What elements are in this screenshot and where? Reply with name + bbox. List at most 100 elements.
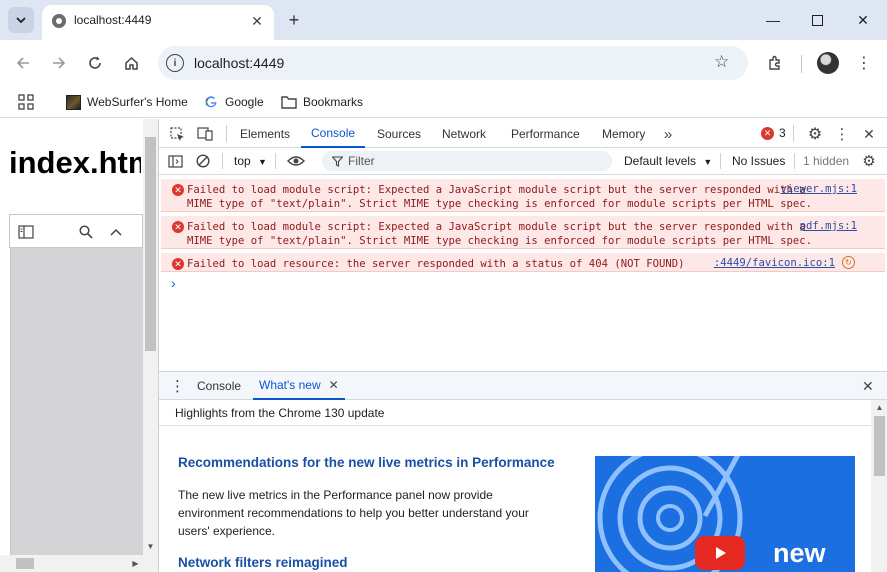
log-levels-dropdown[interactable]: Default levels ▼ (624, 154, 712, 168)
page-vertical-scrollbar[interactable]: ▼ (143, 119, 158, 572)
whats-new-video-thumbnail[interactable]: new (595, 456, 855, 572)
dropdown-arrow-icon: ▼ (703, 157, 713, 167)
network-request-icon[interactable]: ↻ (842, 256, 855, 269)
whats-new-section-title[interactable]: Network filters reimagined (178, 555, 348, 570)
error-counter[interactable]: ✕ 3 (761, 126, 786, 140)
scroll-up-arrow-icon[interactable]: ▲ (874, 402, 885, 413)
browser-menu-button[interactable]: ⋮ (852, 51, 876, 75)
close-devtools-icon[interactable]: ✕ (858, 123, 880, 145)
profile-avatar[interactable] (817, 52, 839, 74)
console-settings-gear-icon[interactable]: ⚙ (858, 150, 880, 172)
device-toolbar-icon[interactable] (194, 123, 216, 145)
tab-performance[interactable]: Performance (501, 119, 590, 148)
tab-console[interactable]: Console (301, 119, 366, 148)
console-message-error: ✕ Failed to load module script: Expected… (161, 216, 885, 249)
console-message-text: Failed to load module script: Expected a… (187, 221, 813, 247)
drawer-tab-console[interactable]: Console (197, 372, 241, 400)
home-icon (124, 56, 138, 70)
search-icon[interactable] (76, 222, 96, 242)
play-button-icon[interactable] (695, 536, 745, 570)
drawer-scrollbar[interactable]: ▲ (871, 400, 887, 572)
toolbar-divider (801, 55, 802, 73)
devtools-panel: Elements Console Sources Network Perform… (158, 119, 887, 572)
page-heading: index.html (9, 145, 141, 180)
reload-button[interactable] (81, 49, 109, 77)
tab-memory[interactable]: Memory (592, 119, 655, 148)
address-text[interactable]: localhost:4449 (194, 55, 284, 71)
settings-gear-icon[interactable]: ⚙ (804, 123, 826, 145)
drawer-tab-whats-new[interactable]: What's new ✕ (253, 372, 345, 400)
scroll-down-arrow-icon[interactable]: ▼ (145, 540, 156, 552)
error-count-value: 3 (779, 126, 786, 140)
console-message-source-link[interactable]: :4449/favicon.ico:1 (714, 257, 835, 269)
more-tabs-icon[interactable]: » (657, 123, 679, 145)
globe-icon (52, 14, 66, 28)
scroll-right-arrow-icon[interactable]: ▶ (130, 558, 141, 569)
inspect-element-icon[interactable] (166, 123, 188, 145)
tab-elements[interactable]: Elements (230, 119, 300, 148)
tabbar-divider (226, 125, 227, 142)
toolbar-divider (794, 153, 795, 169)
bookmark-websurfer[interactable]: WebSurfer's Home (65, 92, 188, 112)
filter-funnel-icon (331, 155, 343, 167)
clear-console-icon[interactable] (192, 150, 214, 172)
pdf-viewer-toolbar (9, 214, 143, 248)
tab-search-button[interactable] (8, 7, 34, 33)
home-button[interactable] (117, 49, 145, 77)
scrollbar-thumb[interactable] (16, 558, 34, 569)
bookmark-google[interactable]: Google (203, 92, 264, 112)
error-icon: ✕ (172, 184, 184, 196)
page-viewport: index.html ▼ ▶ (0, 119, 158, 572)
bookmark-star-icon[interactable]: ☆ (714, 52, 729, 72)
apps-grid-icon (18, 94, 34, 110)
devtools-menu-icon[interactable]: ⋮ (831, 123, 853, 145)
browser-tab[interactable]: localhost:4449 ✕ (42, 5, 274, 40)
issues-counter[interactable]: No Issues (732, 154, 785, 168)
close-window-button[interactable]: ✕ (848, 6, 878, 34)
scrollbar-thumb[interactable] (145, 137, 156, 351)
chevron-up-icon[interactable] (106, 222, 126, 242)
address-bar[interactable]: i localhost:4449 ☆ (158, 46, 748, 80)
error-icon: ✕ (761, 126, 774, 140)
context-selector[interactable]: top ▼ (234, 154, 267, 168)
maximize-button[interactable] (802, 6, 832, 34)
google-icon (203, 94, 219, 110)
forward-button[interactable] (45, 49, 73, 77)
sidebar-toggle-icon[interactable] (16, 222, 36, 242)
whats-new-section-body: The new live metrics in the Performance … (178, 488, 529, 538)
maximize-icon (811, 14, 823, 26)
console-message-error: ✕ Failed to load module script: Expected… (161, 179, 885, 212)
console-message-text: Failed to load resource: the server resp… (187, 258, 685, 270)
console-prompt-chevron-icon[interactable]: › (171, 275, 176, 291)
page-horizontal-scrollbar[interactable]: ▶ (0, 555, 143, 572)
bookmark-folder[interactable]: Bookmarks (281, 92, 363, 112)
bookmark-label: WebSurfer's Home (87, 95, 188, 109)
console-filter-input[interactable]: Filter (322, 151, 612, 171)
close-tab-icon[interactable]: ✕ (329, 378, 339, 392)
bookmarks-bar: WebSurfer's Home Google Bookmarks (0, 86, 887, 118)
puzzle-icon (769, 55, 780, 70)
reload-icon (89, 56, 101, 69)
close-drawer-icon[interactable]: ✕ (862, 372, 874, 400)
console-message-source-link[interactable]: pdf.mjs:1 (800, 220, 857, 232)
extensions-icon[interactable] (763, 51, 787, 75)
close-tab-button[interactable]: ✕ (247, 11, 267, 31)
new-tab-button[interactable]: + (283, 9, 305, 31)
tab-network[interactable]: Network (432, 119, 496, 148)
whats-new-section-title[interactable]: Recommendations for the new live metrics… (178, 455, 555, 470)
console-toolbar: top ▼ Filter Default levels ▼ No Issues … (159, 148, 887, 175)
thumbnail-caption: new (773, 538, 826, 568)
devtools-tabbar: Elements Console Sources Network Perform… (159, 119, 887, 148)
back-button[interactable] (9, 49, 37, 77)
live-expression-eye-icon[interactable] (285, 150, 307, 172)
minimize-button[interactable]: — (758, 6, 788, 34)
apps-button[interactable] (18, 92, 34, 112)
tab-sources[interactable]: Sources (367, 119, 431, 148)
drawer-menu-icon[interactable]: ⋮ (170, 372, 185, 400)
log-levels-label: Default levels (624, 154, 697, 168)
console-sidebar-icon[interactable] (164, 150, 186, 172)
scrollbar-thumb[interactable] (874, 416, 885, 476)
console-message-source-link[interactable]: viewer.mjs:1 (780, 183, 857, 195)
filter-placeholder: Filter (348, 154, 375, 168)
site-info-icon[interactable]: i (166, 54, 184, 72)
